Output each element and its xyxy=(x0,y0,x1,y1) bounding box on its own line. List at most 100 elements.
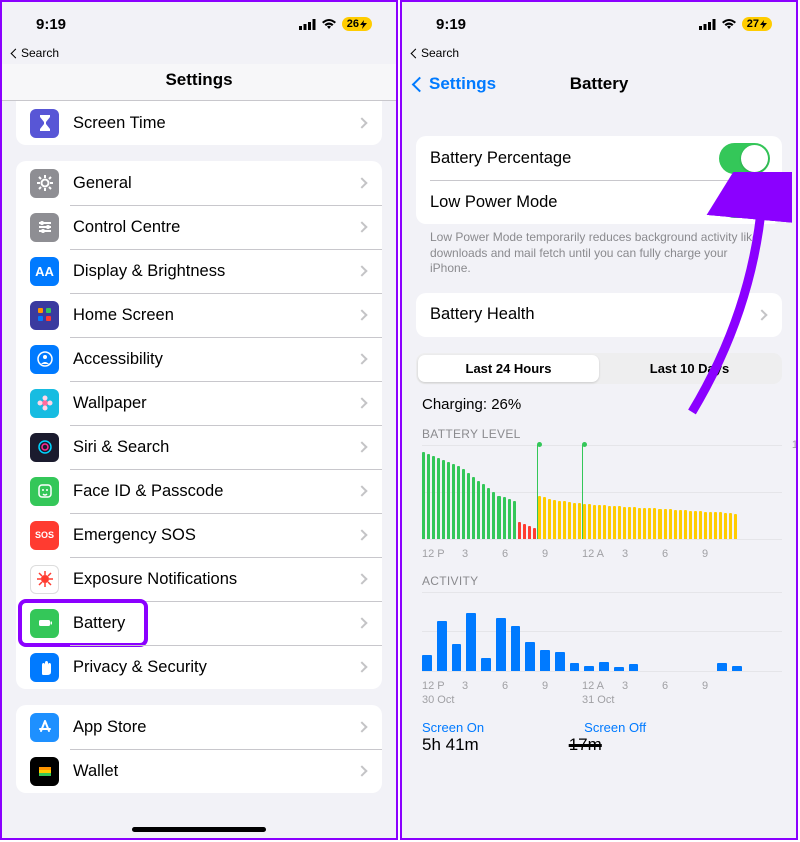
level-bar xyxy=(603,505,606,539)
level-bar xyxy=(669,509,672,539)
row-emergency-sos[interactable]: SOSEmergency SOS xyxy=(16,513,382,557)
level-bar xyxy=(593,505,596,539)
status-right: 27 xyxy=(699,17,772,31)
activity-bar xyxy=(732,666,742,671)
row-privacy-security[interactable]: Privacy & Security xyxy=(16,645,382,689)
seg-last-24h[interactable]: Last 24 Hours xyxy=(418,355,599,382)
row-label: App Store xyxy=(73,718,358,737)
face-icon xyxy=(30,477,59,506)
row-label: General xyxy=(73,174,358,193)
group-screen-time: Screen Time xyxy=(16,101,382,145)
level-bar xyxy=(477,481,480,539)
chevron-icon xyxy=(356,529,367,540)
row-label: Display & Brightness xyxy=(73,262,358,281)
row-label: Battery xyxy=(73,614,358,633)
row-face-id-passcode[interactable]: Face ID & Passcode xyxy=(16,469,382,513)
level-bar xyxy=(674,510,677,539)
row-battery[interactable]: Battery xyxy=(16,601,382,645)
toggle-switch[interactable] xyxy=(719,187,770,218)
activity-label: ACTIVITY xyxy=(402,560,796,592)
nav-back-button[interactable]: Settings xyxy=(414,74,496,94)
chevron-icon xyxy=(356,441,367,452)
level-bar xyxy=(482,484,485,539)
row-exposure-notifications[interactable]: Exposure Notifications xyxy=(16,557,382,601)
level-bar xyxy=(628,507,631,539)
chevron-icon xyxy=(356,765,367,776)
chevron-icon xyxy=(356,661,367,672)
cellular-icon xyxy=(299,19,316,30)
level-bar xyxy=(442,460,445,539)
home-indicator[interactable] xyxy=(132,827,266,832)
level-bar xyxy=(462,469,465,539)
row-label: Privacy & Security xyxy=(73,658,358,677)
chevron-icon xyxy=(356,265,367,276)
level-bar xyxy=(684,510,687,539)
toggle-switch[interactable] xyxy=(719,143,770,174)
row-siri-search[interactable]: Siri & Search xyxy=(16,425,382,469)
seg-last-10d[interactable]: Last 10 Days xyxy=(599,355,780,382)
group-health: Battery Health xyxy=(416,293,782,337)
row-label: Face ID & Passcode xyxy=(73,482,358,501)
level-bar xyxy=(563,501,566,539)
activity-chart: 60m 30m 0m 12 P36912 A369 30 Oct31 Oct xyxy=(416,592,782,692)
activity-bar xyxy=(525,642,535,671)
level-bar xyxy=(422,452,425,538)
row-label: Exposure Notifications xyxy=(73,570,358,589)
group-store: App Store Wallet xyxy=(16,705,382,793)
level-bar xyxy=(578,503,581,539)
row-general[interactable]: General xyxy=(16,161,382,205)
level-bar xyxy=(598,505,601,539)
activity-bar xyxy=(466,613,476,671)
settings-list[interactable]: Screen Time General Control Centre AADispl… xyxy=(2,101,396,838)
battery-pill: 26 xyxy=(342,17,372,31)
chevron-icon xyxy=(356,353,367,364)
battery-content[interactable]: Battery Percentage Low Power Mode Low Po… xyxy=(402,104,796,838)
chevron-icon xyxy=(356,221,367,232)
level-bar xyxy=(558,501,561,539)
level-bar xyxy=(573,503,576,539)
segmented-control[interactable]: Last 24 Hours Last 10 Days xyxy=(416,353,782,384)
status-bar: 9:19 27 xyxy=(402,2,796,46)
activity-bar xyxy=(570,663,580,671)
row-label: Low Power Mode xyxy=(430,193,719,212)
level-bar xyxy=(497,496,500,539)
wallet-icon xyxy=(30,757,59,786)
level-bar xyxy=(437,458,440,539)
row-app-store[interactable]: App Store xyxy=(16,705,382,749)
chevron-icon xyxy=(356,177,367,188)
row-wallpaper[interactable]: Wallpaper xyxy=(16,381,382,425)
level-bar xyxy=(487,488,490,539)
back-to-search[interactable]: Search xyxy=(402,46,796,64)
activity-bar xyxy=(496,618,506,671)
navbar: Settings Battery xyxy=(402,64,796,104)
row-low-power-mode[interactable]: Low Power Mode xyxy=(416,180,782,224)
row-battery-percentage[interactable]: Battery Percentage xyxy=(416,136,782,180)
level-bar xyxy=(633,507,636,539)
level-bar xyxy=(472,477,475,539)
back-to-search[interactable]: Search xyxy=(2,46,396,64)
level-bar xyxy=(694,511,697,539)
row-battery-health[interactable]: Battery Health xyxy=(416,293,782,337)
row-label: Siri & Search xyxy=(73,438,358,457)
level-bar xyxy=(664,509,667,539)
row-wallet[interactable]: Wallet xyxy=(16,749,382,793)
activity-bar xyxy=(422,655,432,671)
level-bar xyxy=(533,528,536,539)
status-right: 26 xyxy=(299,17,372,31)
row-control-centre[interactable]: Control Centre xyxy=(16,205,382,249)
level-bar xyxy=(618,506,621,539)
level-bar xyxy=(548,499,551,538)
row-home-screen[interactable]: Home Screen xyxy=(16,293,382,337)
settings-screen: 9:19 26 Search Settings Screen Time Gene… xyxy=(0,0,398,840)
row-display-brightness[interactable]: AADisplay & Brightness xyxy=(16,249,382,293)
row-screen-time[interactable]: Screen Time xyxy=(16,101,382,145)
charging-label: Charging: 26% xyxy=(402,384,796,413)
row-label: Control Centre xyxy=(73,218,358,237)
battery-pill: 27 xyxy=(742,17,772,31)
level-bar xyxy=(518,522,521,539)
hourglass-icon xyxy=(30,109,59,138)
lpm-footnote: Low Power Mode temporarily reduces backg… xyxy=(402,224,796,277)
chevron-icon xyxy=(356,721,367,732)
row-accessibility[interactable]: Accessibility xyxy=(16,337,382,381)
level-bar xyxy=(508,499,511,538)
